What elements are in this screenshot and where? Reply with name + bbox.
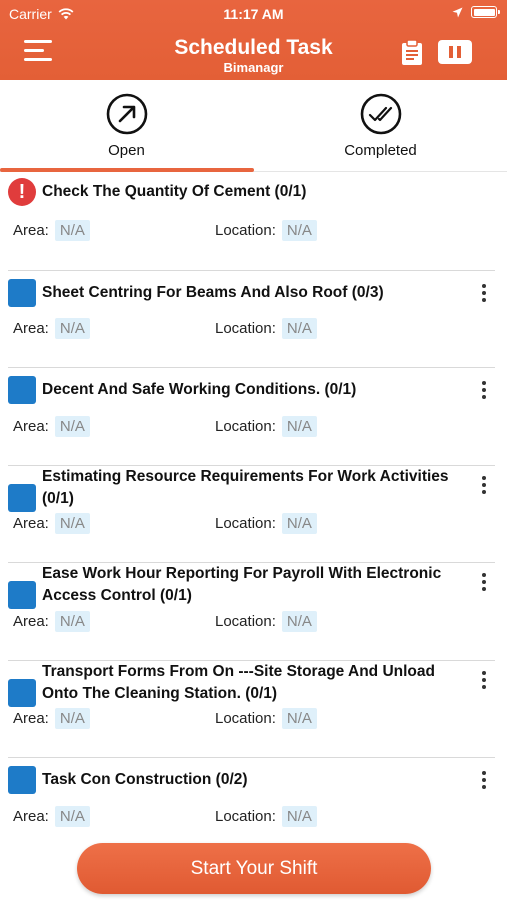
task-status-icon <box>8 678 36 707</box>
area-value: N/A <box>54 708 90 729</box>
task-area: Area: N/A <box>13 708 90 729</box>
location-label: Location: <box>215 320 276 337</box>
area-value: N/A <box>54 805 90 827</box>
task-status-icon <box>8 278 36 307</box>
task-area: Area: N/A <box>13 318 90 339</box>
task-location: Location: N/A <box>215 610 317 632</box>
more-options-icon[interactable] <box>479 669 489 691</box>
task-location: Location: N/A <box>215 513 317 534</box>
task-area: Area: N/A <box>13 220 90 241</box>
task-status-icon <box>8 766 36 794</box>
task-location: Location: N/A <box>215 415 317 437</box>
task-title: Decent And Safe Working Conditions. (0/1… <box>42 381 357 398</box>
pause-icon <box>449 46 453 58</box>
task-title: Estimating Resource Requirements For Wor… <box>42 467 449 507</box>
alert-icon: ! <box>8 178 36 206</box>
more-options-icon[interactable] <box>479 474 489 496</box>
more-options-icon[interactable] <box>479 379 489 401</box>
location-label: Location: <box>215 612 276 630</box>
more-options-icon[interactable] <box>479 769 489 791</box>
area-value: N/A <box>54 318 90 339</box>
location-value: N/A <box>281 708 317 729</box>
area-label: Area: <box>13 515 49 532</box>
area-value: N/A <box>54 415 90 437</box>
task-item[interactable]: Sheet Centring For Beams And Also Roof (… <box>0 271 507 368</box>
task-area: Area: N/A <box>13 610 90 632</box>
task-location: Location: N/A <box>215 708 317 729</box>
task-area: Area: N/A <box>13 805 90 827</box>
task-title: Task Con Construction (0/2) <box>42 771 248 788</box>
area-label: Area: <box>13 320 49 337</box>
task-item[interactable]: ! Check The Quantity Of Cement (0/1) Area:… <box>0 173 507 271</box>
status-bar: Carrier 11:17 AM <box>0 0 507 28</box>
task-title: Check The Quantity Of Cement (0/1) <box>42 183 307 200</box>
task-item[interactable]: Ease Work Hour Reporting For Payroll Wit… <box>0 563 507 661</box>
page-subtitle: Bimanagr <box>223 60 284 75</box>
location-value: N/A <box>281 220 317 241</box>
arrow-up-right-circle-icon <box>106 93 147 135</box>
task-status-icon <box>8 581 36 609</box>
battery-icon <box>471 6 500 18</box>
tab-open[interactable]: Open <box>0 80 253 172</box>
area-value: N/A <box>54 220 90 241</box>
location-value: N/A <box>281 805 317 827</box>
tab-open-label: Open <box>108 142 145 159</box>
task-area: Area: N/A <box>13 513 90 534</box>
double-check-circle-icon <box>360 93 401 135</box>
status-right <box>452 6 500 18</box>
task-title: Transport Forms From On ---Site Storage … <box>42 662 435 702</box>
task-location: Location: N/A <box>215 805 317 827</box>
task-title: Sheet Centring For Beams And Also Roof (… <box>42 283 384 301</box>
page-title: Scheduled Task <box>174 36 333 59</box>
active-tab-indicator <box>0 168 254 172</box>
location-value: N/A <box>281 415 317 437</box>
task-location: Location: N/A <box>215 318 317 339</box>
area-label: Area: <box>13 807 49 825</box>
task-item[interactable]: Estimating Resource Requirements For Wor… <box>0 466 507 563</box>
location-label: Location: <box>215 222 276 239</box>
tab-completed-label: Completed <box>344 142 417 159</box>
area-value: N/A <box>54 513 90 534</box>
area-label: Area: <box>13 222 49 239</box>
task-list: ! Check The Quantity Of Cement (0/1) Area:… <box>0 173 507 856</box>
pause-button[interactable] <box>438 40 472 64</box>
location-label: Location: <box>215 710 276 727</box>
task-area: Area: N/A <box>13 415 90 437</box>
clipboard-icon <box>402 39 422 65</box>
task-location: Location: N/A <box>215 220 317 241</box>
start-shift-button[interactable]: Start Your Shift <box>77 843 431 894</box>
location-label: Location: <box>215 515 276 532</box>
location-value: N/A <box>281 610 317 632</box>
more-options-icon[interactable] <box>479 571 489 593</box>
tab-completed[interactable]: Completed <box>254 80 507 172</box>
location-arrow-icon <box>452 7 463 17</box>
task-title: Ease Work Hour Reporting For Payroll Wit… <box>42 565 442 604</box>
app-header: Carrier 11:17 AM Scheduled Task Bimanagr <box>0 0 507 80</box>
location-value: N/A <box>281 318 317 339</box>
area-label: Area: <box>13 710 49 727</box>
more-options-icon[interactable] <box>479 282 489 304</box>
task-item[interactable]: Decent And Safe Working Conditions. (0/1… <box>0 368 507 466</box>
task-status-icon <box>8 376 36 404</box>
task-tabs: Open Completed <box>0 80 507 172</box>
area-label: Area: <box>13 612 49 630</box>
task-item[interactable]: Task Con Construction (0/2) Area: N/A Locat… <box>0 758 507 856</box>
task-status-icon <box>8 483 36 512</box>
area-value: N/A <box>54 610 90 632</box>
location-label: Location: <box>215 807 276 825</box>
task-item[interactable]: Transport Forms From On ---Site Storage … <box>0 661 507 758</box>
location-value: N/A <box>281 513 317 534</box>
clipboard-button[interactable] <box>401 39 423 66</box>
header-title-block: Scheduled Task Bimanagr <box>0 36 507 76</box>
status-time: 11:17 AM <box>223 6 284 22</box>
area-label: Area: <box>13 417 49 435</box>
location-label: Location: <box>215 417 276 435</box>
